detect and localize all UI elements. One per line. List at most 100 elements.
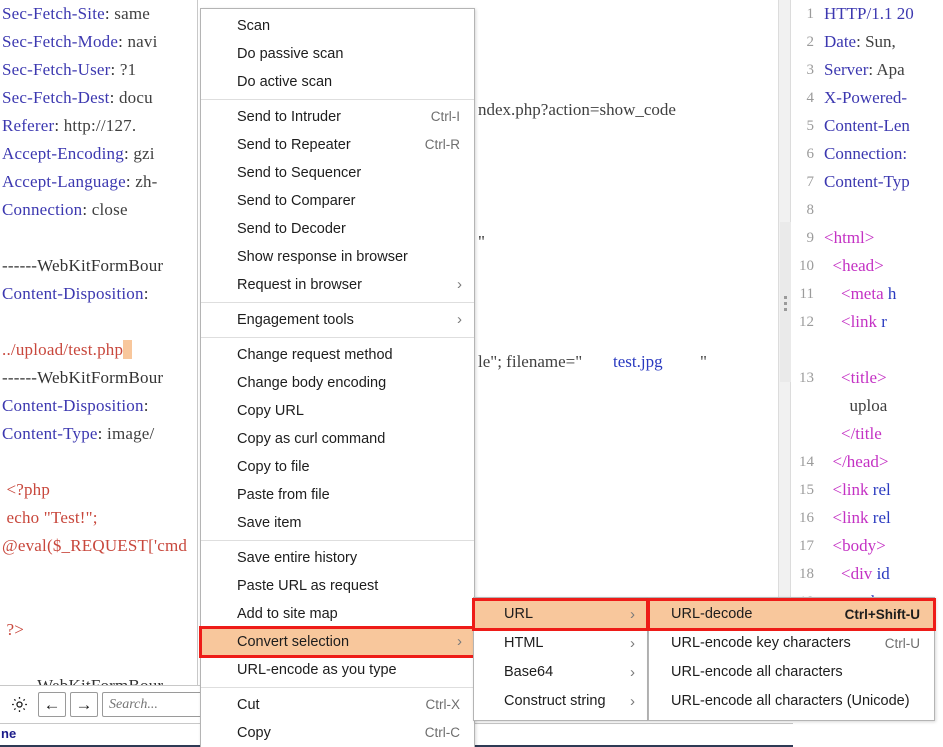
response-text: <div id [820, 560, 890, 588]
request-text-span: : [123, 144, 134, 163]
menu-item-copy-to-file[interactable]: Copy to file [201, 453, 474, 481]
menu-item-copy-url[interactable]: Copy URL [201, 397, 474, 425]
menu-item-label: Cut [237, 697, 260, 713]
menu-item-label: HTML [504, 635, 544, 651]
context-menu[interactable]: Scan Do passive scan Do active scan Send to… [199, 8, 476, 747]
chevron-right-icon: › [630, 664, 635, 681]
forward-button[interactable]: → [70, 692, 98, 717]
menu-item-copy[interactable]: Copy Ctrl-C [201, 719, 474, 747]
menu-item-engagement-tools[interactable]: Engagement tools › [201, 306, 474, 334]
request-text-span: Connection [2, 200, 83, 219]
menu-item-save-entire-history[interactable]: Save entire history [201, 544, 474, 572]
request-text-span: Sec-Fetch-Site [2, 4, 105, 23]
url-item-url-decode[interactable]: URL-decode Ctrl+Shift-U [647, 598, 936, 631]
url-item-url-encode-key-characters[interactable]: URL-encode key characters Ctrl-U [649, 629, 934, 658]
convert-selection-submenu[interactable]: URL › HTML › Base64 › Construct string › [472, 597, 649, 721]
response-text-span: <link [824, 480, 873, 499]
back-button[interactable]: ← [38, 692, 66, 717]
convert-item-base64[interactable]: Base64 › [474, 658, 647, 687]
menu-item-label: Request in browser [237, 277, 362, 293]
menu-item-label: Show response in browser [237, 249, 408, 265]
menu-item-label: URL-encode key characters [671, 635, 851, 651]
menu-item-label: Send to Decoder [237, 221, 346, 237]
response-line: uploa [793, 392, 943, 420]
menu-item-url-encode-as-you-type[interactable]: URL-encode as you type [201, 656, 474, 684]
response-text-span: X-Powered- [824, 88, 908, 107]
url-item-url-encode-all-characters[interactable]: URL-encode all characters [649, 658, 934, 687]
line-number: 1 [806, 6, 815, 22]
response-line [793, 336, 943, 364]
request-text-span: : [97, 424, 108, 443]
menu-item-label: Do active scan [237, 74, 333, 90]
menu-item-label: Copy to file [237, 459, 310, 475]
response-text-span: Content-Typ [824, 172, 910, 191]
response-line: 9 <html> [793, 224, 943, 252]
chevron-right-icon: › [630, 693, 635, 710]
menu-item-label: Scan [237, 18, 271, 34]
line-number [793, 336, 820, 364]
url-item-url-encode-all-characters-unicode[interactable]: URL-encode all characters (Unicode) [649, 687, 934, 716]
response-text-span: <div [824, 564, 877, 583]
menu-item-send-to-repeater[interactable]: Send to Repeater Ctrl-R [201, 131, 474, 159]
request-overflow-text: le"; filename=" [478, 352, 583, 371]
menu-item-paste-url-as-request[interactable]: Paste URL as request [201, 572, 474, 600]
url-convert-submenu[interactable]: URL-decode Ctrl+Shift-U URL-encode key cha… [647, 597, 936, 721]
request-text-span: Accept-Encoding [2, 144, 124, 163]
response-text: Server: Apa [820, 56, 905, 84]
response-line: 4 X-Powered- [793, 84, 943, 112]
line-number: 17 [799, 538, 814, 554]
menu-item-paste-from-file[interactable]: Paste from file [201, 481, 474, 509]
convert-item-html[interactable]: HTML › [474, 629, 647, 658]
response-text-span: h [887, 284, 897, 303]
chevron-right-icon: › [457, 276, 462, 293]
response-text-span: <link [824, 508, 873, 527]
response-line: 16 <link rel [793, 504, 943, 532]
search-input[interactable] [102, 692, 214, 717]
menu-item-add-to-site-map[interactable]: Add to site map [201, 600, 474, 628]
menu-item-send-to-sequencer[interactable]: Send to Sequencer [201, 159, 474, 187]
response-text: <meta h [820, 280, 896, 308]
response-text: <html> [820, 224, 874, 252]
request-text-span: ../upload/test.php [2, 340, 124, 359]
response-text: HTTP/1.1 20 [820, 0, 914, 28]
menu-item-scan[interactable]: Scan [201, 12, 474, 40]
menu-separator [201, 302, 474, 303]
convert-item-url[interactable]: URL › [472, 598, 649, 631]
request-overflow-text: test.jpg [613, 352, 663, 371]
menu-item-send-to-comparer[interactable]: Send to Comparer [201, 187, 474, 215]
response-text-span: : Sun, [856, 32, 896, 51]
request-text-span: Accept-Language [2, 172, 126, 191]
menu-item-show-response-in-browser[interactable]: Show response in browser [201, 243, 474, 271]
menu-item-copy-as-curl-command[interactable]: Copy as curl command [201, 425, 474, 453]
menu-item-change-body-encoding[interactable]: Change body encoding [201, 369, 474, 397]
menu-item-do-passive-scan[interactable]: Do passive scan [201, 40, 474, 68]
menu-separator [201, 540, 474, 541]
menu-item-send-to-intruder[interactable]: Send to Intruder Ctrl-I [201, 103, 474, 131]
menu-item-save-item[interactable]: Save item [201, 509, 474, 537]
menu-item-label: Send to Intruder [237, 109, 341, 125]
menu-item-label: Copy as curl command [237, 431, 386, 447]
menu-item-label: URL-encode as you type [237, 662, 397, 678]
menu-item-change-request-method[interactable]: Change request method [201, 341, 474, 369]
menu-item-convert-selection[interactable]: Convert selection › [199, 626, 476, 658]
menu-item-do-active-scan[interactable]: Do active scan [201, 68, 474, 96]
line-number [793, 420, 820, 448]
menu-item-label: Save item [237, 515, 302, 531]
request-vertical-scrollbar[interactable] [778, 0, 791, 685]
menu-item-cut[interactable]: Cut Ctrl-X [201, 691, 474, 719]
response-line: 5 Content-Len [793, 112, 943, 140]
line-number: 4 [806, 90, 815, 106]
menu-item-label: Add to site map [237, 606, 338, 622]
menu-item-shortcut: Ctrl+Shift-U [844, 607, 920, 622]
line-number: 5 [806, 118, 815, 134]
response-text: <body> [820, 532, 886, 560]
response-text-span: </title [824, 424, 882, 443]
menu-item-request-in-browser[interactable]: Request in browser › [201, 271, 474, 299]
request-text-span: Sec-Fetch-User [2, 60, 111, 79]
request-text-span: echo "Test!"; [2, 508, 98, 527]
response-text-span: Connection: [824, 144, 908, 163]
response-line: 18 <div id [793, 560, 943, 588]
gear-icon[interactable] [4, 692, 34, 717]
menu-item-send-to-decoder[interactable]: Send to Decoder [201, 215, 474, 243]
convert-item-construct-string[interactable]: Construct string › [474, 687, 647, 716]
